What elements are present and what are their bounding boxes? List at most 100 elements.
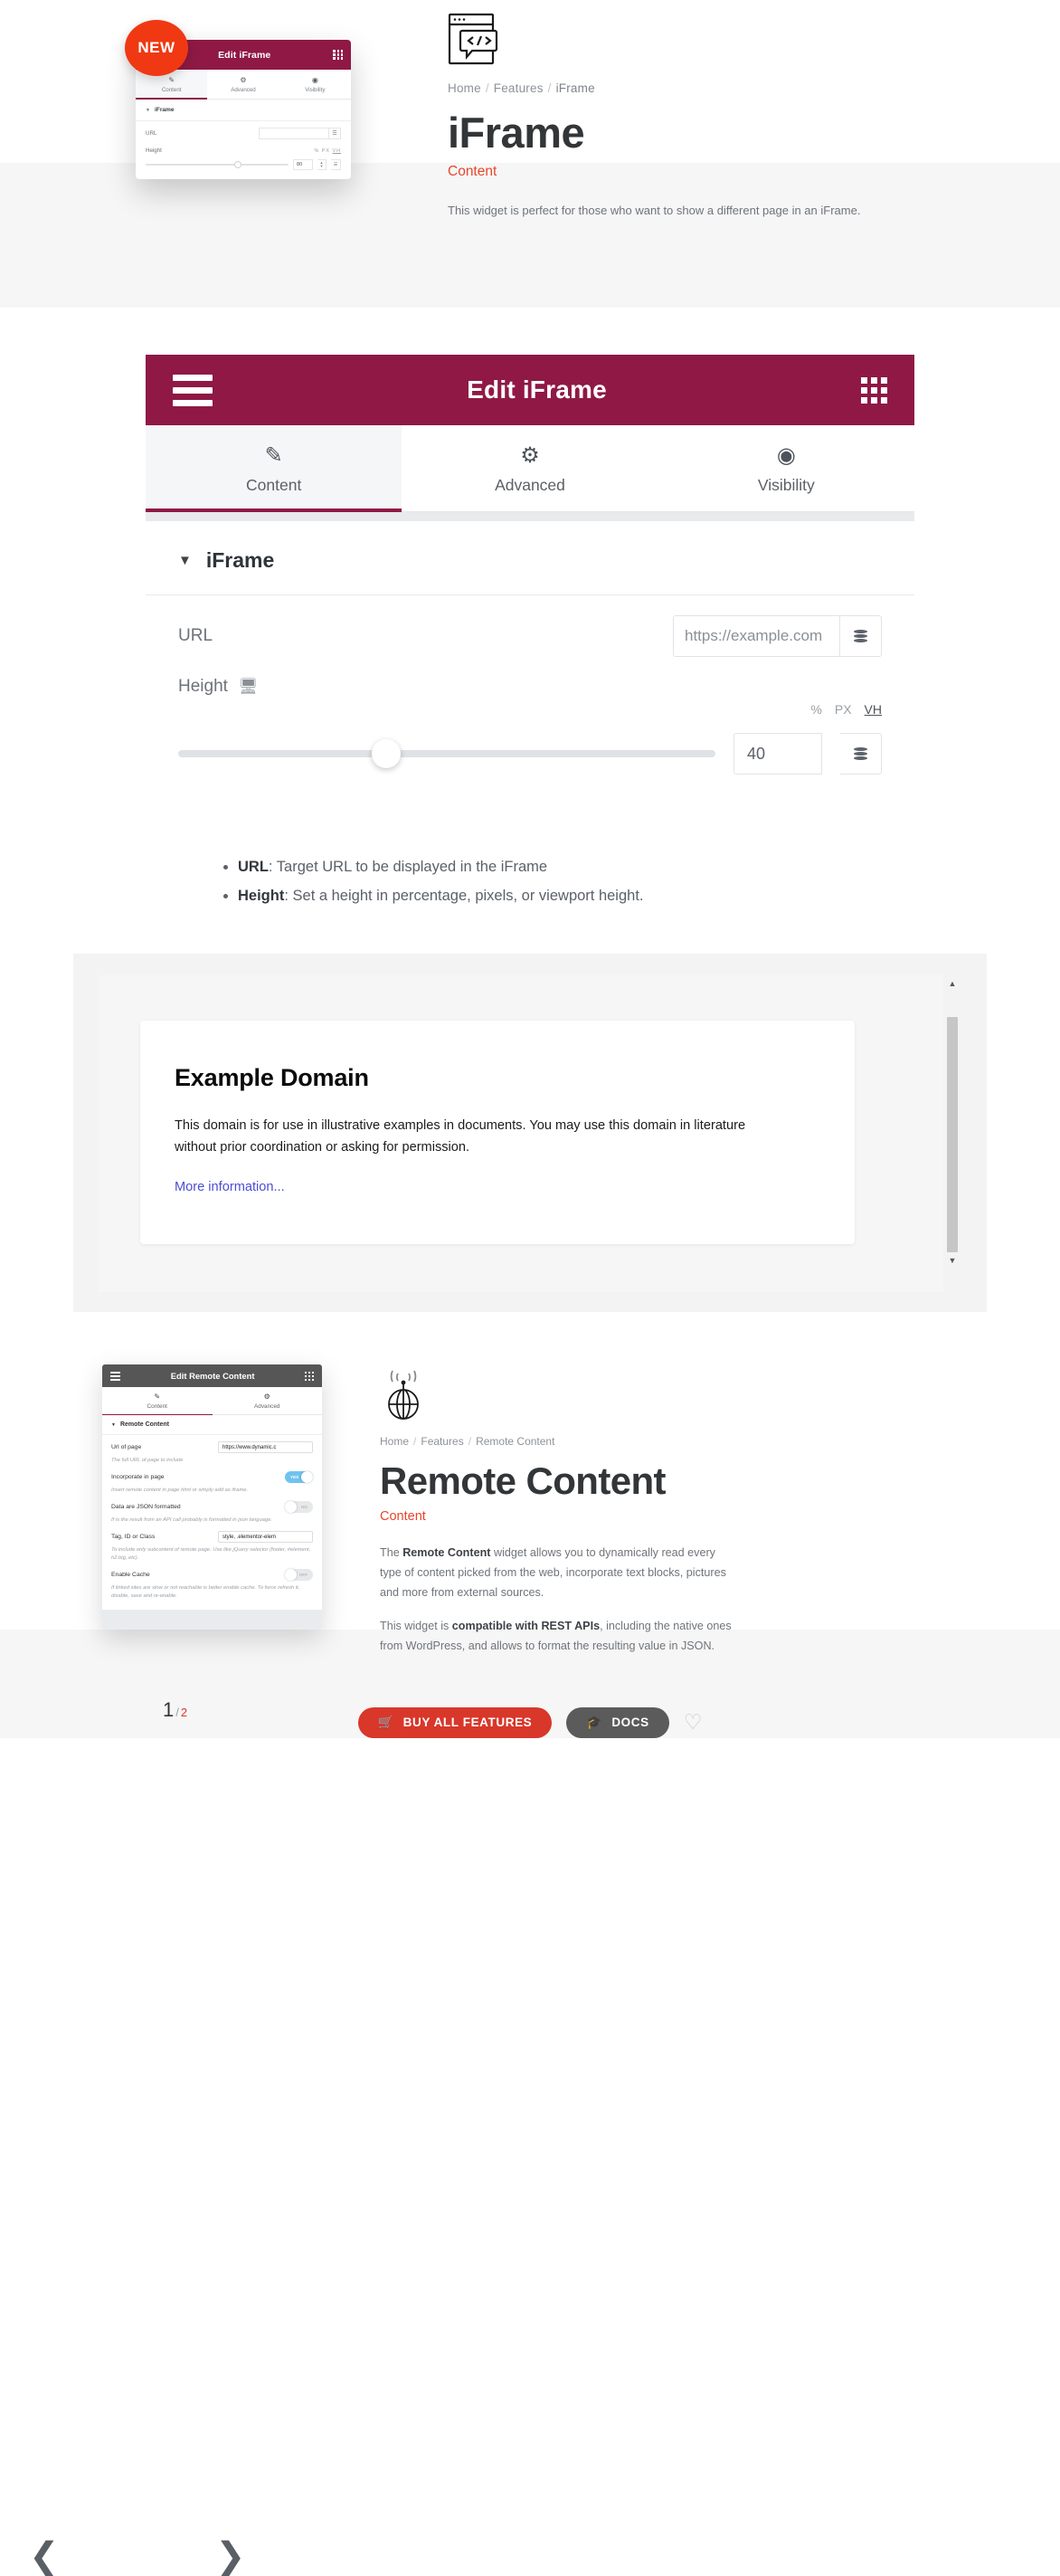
spinner-icon[interactable]: ▲ ▼ <box>317 159 327 170</box>
caret-down-icon: ▼ <box>111 1422 116 1429</box>
url-of-page-input[interactable]: https://www.dynamic.c <box>218 1441 313 1454</box>
caret-up-icon[interactable]: ▲ <box>949 975 957 992</box>
breadcrumb: Home / Features / Remote Content <box>380 1435 733 1448</box>
mini-url-input[interactable] <box>259 128 329 139</box>
unit-percent[interactable]: % <box>810 702 821 717</box>
bullet-term: URL <box>238 859 269 875</box>
remote-tab-content[interactable]: ✎ Content <box>102 1387 213 1416</box>
mini-tab-visibility[interactable]: ◉ Visibility <box>279 70 351 99</box>
panel-divider <box>146 512 914 521</box>
breadcrumb-current: Remote Content <box>476 1435 555 1449</box>
slider-handle[interactable] <box>233 160 241 168</box>
tab-label: Visibility <box>757 476 815 494</box>
tag-id-class-input[interactable]: style, .elementor-elem <box>218 1531 313 1544</box>
mini-height-label: Height <box>146 147 162 154</box>
iframe-preview-section: Example Domain This domain is for use in… <box>0 910 1060 1313</box>
field-description-list: URL: Target URL to be displayed in the i… <box>155 852 905 910</box>
height-value-input[interactable]: 40 <box>733 733 822 775</box>
breadcrumb-home[interactable]: Home <box>380 1435 409 1448</box>
tab-visibility[interactable]: ◉ Visibility <box>658 425 914 511</box>
iframe-hero-section: NEW Edit iFrame ✎ Content ⚙ Advanced ◉ V… <box>0 0 1060 308</box>
database-stack-icon[interactable] <box>840 733 882 775</box>
toggle-label: YES <box>290 1475 299 1480</box>
panel-header: Edit iFrame <box>146 355 914 425</box>
database-stack-icon[interactable] <box>840 615 882 657</box>
remote-field-incorporate: Incorporate in page YES <box>102 1465 322 1484</box>
more-information-link[interactable]: More information... <box>175 1180 285 1194</box>
toggle-label: OFF <box>298 1573 308 1578</box>
page-subtitle: Content <box>448 163 497 179</box>
field-label: Url of page <box>111 1444 142 1451</box>
unit-vh[interactable]: VH <box>865 702 882 717</box>
breadcrumb-features[interactable]: Features <box>494 81 544 95</box>
apps-grid-icon[interactable] <box>861 376 887 404</box>
field-hint: If is the result from an API call probab… <box>111 1517 272 1524</box>
breadcrumb-features[interactable]: Features <box>421 1435 463 1448</box>
breadcrumb-home[interactable]: Home <box>448 81 481 95</box>
incorporate-toggle[interactable]: YES <box>285 1471 313 1484</box>
remote-section-header[interactable]: ▼ Remote Content <box>102 1415 322 1436</box>
tab-label: Advanced <box>495 476 565 494</box>
mini-section-title: iFrame <box>154 107 175 113</box>
section-title: iFrame <box>205 548 275 572</box>
caret-down-icon[interactable]: ▼ <box>949 1252 957 1269</box>
chevron-left-icon[interactable]: ❮ <box>29 2538 60 2574</box>
docs-button-label: DOCS <box>611 1716 649 1730</box>
paragraph-bold: compatible with REST APIs <box>451 1620 601 1633</box>
database-stack-icon[interactable]: ☰ <box>331 159 341 170</box>
apps-grid-icon[interactable] <box>305 1371 314 1381</box>
mini-unit-switcher[interactable]: % PX VH <box>315 148 341 154</box>
gear-icon: ⚙ <box>240 76 247 84</box>
heart-outline-icon[interactable]: ♡ <box>684 1712 703 1733</box>
unit-px[interactable]: PX <box>835 702 852 717</box>
buy-all-features-button[interactable]: 🛒 BUY ALL FEATURES <box>357 1706 553 1738</box>
tab-advanced[interactable]: ⚙ Advanced <box>402 425 658 511</box>
hamburger-icon[interactable] <box>173 374 213 406</box>
height-slider[interactable] <box>178 739 715 768</box>
pencil-icon: ✎ <box>168 76 175 84</box>
field-label: Tag, ID or Class <box>111 1534 156 1541</box>
hamburger-icon[interactable] <box>110 1372 120 1381</box>
caret-down-icon[interactable]: ▼ <box>178 553 192 568</box>
iframe-widget-preview-card: NEW Edit iFrame ✎ Content ⚙ Advanced ◉ V… <box>125 0 362 221</box>
desktop-icon[interactable]: 🖥 <box>239 678 259 696</box>
page-title: iFrame <box>448 109 585 157</box>
url-input[interactable]: https://example.com <box>673 615 840 657</box>
slider-handle[interactable] <box>371 739 401 768</box>
tab-content[interactable]: ✎ Content <box>146 425 402 512</box>
browser-code-icon <box>448 13 498 69</box>
field-hint: If linked sites are slow or not reachabl… <box>111 1585 300 1600</box>
mini-tab-advanced[interactable]: ⚙ Advanced <box>207 70 279 99</box>
mini-height-value[interactable]: 80 <box>293 159 313 170</box>
bullet-term: Height <box>238 888 285 905</box>
pencil-icon: ✎ <box>264 443 283 468</box>
panel-tabs: ✎ Content ⚙ Advanced ◉ Visibility <box>146 425 914 512</box>
remote-tab-advanced[interactable]: ⚙ Advanced <box>213 1387 323 1414</box>
remote-field-json: Data are JSON formatted NO <box>102 1495 322 1514</box>
iframe-scrollbar[interactable]: ▲ ▼ <box>943 975 961 1293</box>
remote-paragraph-1: The Remote Content widget allows you to … <box>380 1544 733 1602</box>
remote-content-section: ❮ ❯ Edit Remote Content ✎ Content ⚙ Adva… <box>0 1312 1060 2574</box>
mini-height-row: Height % PX VH <box>136 141 351 156</box>
cache-toggle[interactable]: OFF <box>285 1569 313 1582</box>
bullet-text: : Target URL to be displayed in the iFra… <box>268 859 548 875</box>
chevron-right-icon[interactable]: ❯ <box>215 2538 246 2574</box>
database-stack-icon[interactable]: ☰ <box>329 128 341 139</box>
breadcrumb-separator: / <box>413 1435 417 1449</box>
remote-tab-label: Advanced <box>254 1403 280 1411</box>
example-domain-paragraph: This domain is for use in illustrative e… <box>175 1118 746 1155</box>
mini-section-header[interactable]: ▼ iFrame <box>136 100 351 121</box>
json-toggle[interactable]: NO <box>285 1501 313 1514</box>
total-pages: 2 <box>180 1705 188 1719</box>
basket-icon: 🛒 <box>377 1715 394 1730</box>
scrollbar-thumb[interactable] <box>947 1017 958 1253</box>
mini-height-slider-row: 80 ▲ ▼ ☰ <box>136 156 351 179</box>
field-label: Enable Cache <box>111 1572 150 1579</box>
section-header-iframe[interactable]: ▼ iFrame <box>146 521 914 595</box>
toggle-knob <box>285 1569 297 1582</box>
field-hint: To include only subcontent of remote pag… <box>111 1547 311 1562</box>
apps-grid-icon[interactable] <box>333 50 343 60</box>
mini-height-slider[interactable] <box>146 160 289 168</box>
docs-button[interactable]: 🎓 DOCS <box>566 1706 669 1738</box>
breadcrumb-separator: / <box>485 81 489 95</box>
